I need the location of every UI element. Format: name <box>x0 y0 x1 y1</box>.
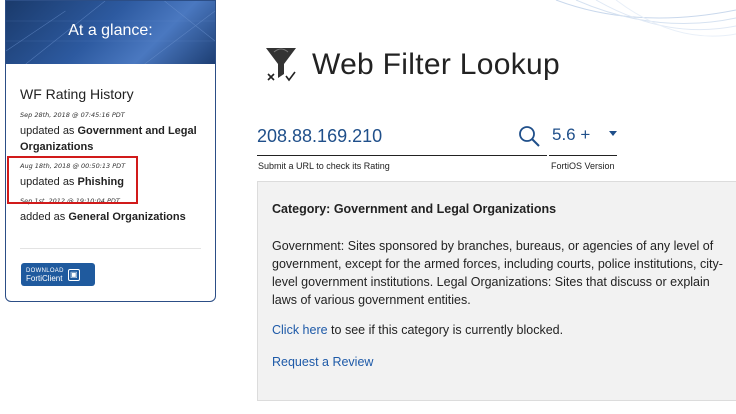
entry-category: General Organizations <box>68 211 186 223</box>
glance-header: At a glance: <box>6 1 215 64</box>
result-panel: Category: Government and Legal Organizat… <box>257 181 736 401</box>
glance-title: At a glance: <box>68 22 153 39</box>
url-search-field <box>257 118 547 156</box>
history-entry: Sep 28th, 2018 @ 07:45:16 PDT updated as… <box>20 111 215 155</box>
entry-prefix: updated as <box>20 125 78 137</box>
entry-timestamp: Sep 28th, 2018 @ 07:45:16 PDT <box>20 111 125 119</box>
entry-text: added as General Organizations <box>20 209 215 225</box>
category-title: Category: Government and Legal Organizat… <box>272 202 557 216</box>
download-forticlient-button[interactable]: DOWNLOAD FortiClient ▣ <box>21 263 95 286</box>
fortios-version-select[interactable]: 5.6 + <box>549 118 617 156</box>
web-filter-funnel-icon <box>266 48 296 82</box>
page-heading: Web Filter Lookup <box>264 44 560 86</box>
download-label: DOWNLOAD FortiClient <box>26 267 64 283</box>
page-title: Web Filter Lookup <box>312 48 561 81</box>
entry-text: updated as Government and Legal Organiza… <box>20 123 215 155</box>
divider <box>20 248 201 249</box>
entry-prefix: added as <box>20 211 69 223</box>
click-here-link[interactable]: Click here <box>272 323 328 337</box>
url-input[interactable] <box>257 120 507 152</box>
search-icon[interactable] <box>517 124 541 148</box>
category-description: Government: Sites sponsored by branches,… <box>272 239 723 307</box>
version-hint: FortiOS Version <box>551 161 615 171</box>
highlight-box <box>7 156 138 204</box>
download-line2: FortiClient <box>26 273 63 283</box>
caret-down-icon <box>609 131 617 136</box>
history-title: WF Rating History <box>20 86 134 102</box>
blocked-check-line: Click here to see if this category is cu… <box>272 323 563 337</box>
forticlient-shield-icon: ▣ <box>67 268 80 281</box>
search-hint: Submit a URL to check its Rating <box>258 161 390 171</box>
blocked-suffix: to see if this category is currently blo… <box>327 323 564 337</box>
at-a-glance-panel: At a glance: WF Rating History Sep 28th,… <box>5 0 216 302</box>
version-value: 5.6 + <box>552 125 591 144</box>
request-review-link[interactable]: Request a Review <box>272 355 373 369</box>
